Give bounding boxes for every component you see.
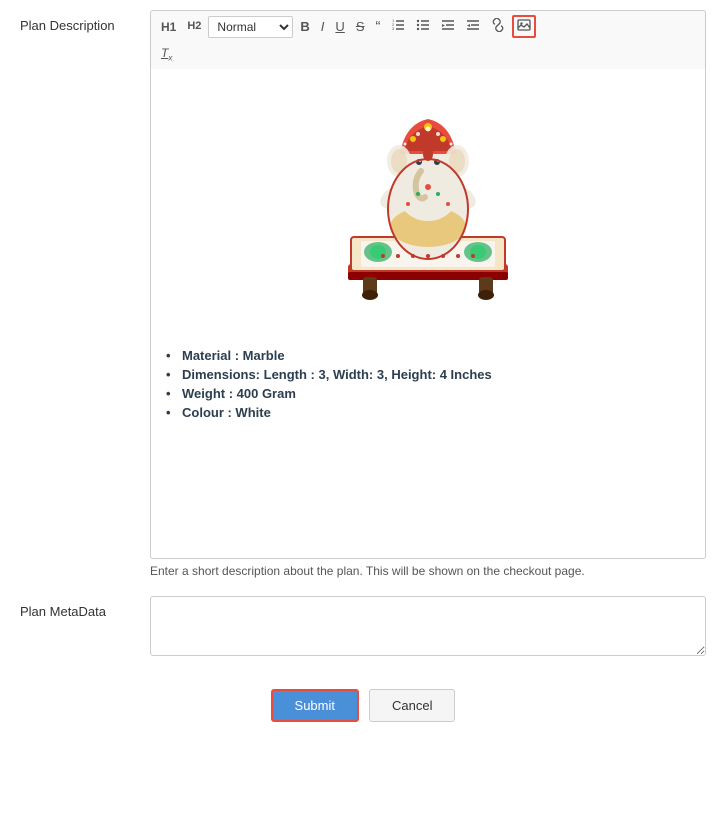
toolbar-row-1: H1 H2 Normal Heading 1 Heading 2 Heading… [157,15,699,38]
h2-button[interactable]: H2 [183,18,205,35]
list-item: Dimensions: Length : 3, Width: 3, Height… [166,367,690,382]
bold-button[interactable]: B [296,17,313,37]
list-item: Material : Marble [166,348,690,363]
product-image [323,79,533,329]
editor-helper-text: Enter a short description about the plan… [150,564,706,578]
submit-button[interactable]: Submit [271,689,359,722]
ordered-list-button[interactable]: 1 2 3 [387,16,409,38]
plan-metadata-row: Plan MetaData [20,596,706,659]
plan-metadata-content [150,596,706,659]
plan-description-label: Plan Description [20,10,150,33]
editor-toolbar: H1 H2 Normal Heading 1 Heading 2 Heading… [150,10,706,69]
plan-description-row: Plan Description H1 H2 Normal Heading 1 … [20,10,706,578]
form-button-row: Submit Cancel [20,689,706,722]
product-image-container [166,79,690,332]
clear-format-button[interactable]: Tx [157,44,176,65]
underline-button[interactable]: U [331,17,348,37]
list-item: Weight : 400 Gram [166,386,690,401]
link-button[interactable] [487,16,509,38]
plan-metadata-textarea[interactable] [150,596,706,656]
italic-button[interactable]: I [317,17,329,37]
cancel-button[interactable]: Cancel [369,689,455,722]
toolbar-row-2: Tx [157,44,699,65]
outdent-button[interactable] [462,16,484,38]
quote-button[interactable]: “ [371,16,384,38]
editor-body[interactable]: Material : Marble Dimensions: Length : 3… [150,69,706,559]
unordered-list-button[interactable] [412,16,434,38]
svg-text:3: 3 [392,26,395,31]
indent-button[interactable] [437,16,459,38]
image-button[interactable] [512,15,536,38]
plan-metadata-label: Plan MetaData [20,596,150,619]
plan-description-editor: H1 H2 Normal Heading 1 Heading 2 Heading… [150,10,706,578]
list-item: Colour : White [166,405,690,420]
h1-button[interactable]: H1 [157,18,180,36]
format-select[interactable]: Normal Heading 1 Heading 2 Heading 3 [208,16,293,38]
product-details-list: Material : Marble Dimensions: Length : 3… [166,348,690,420]
strikethrough-button[interactable]: S [352,17,369,37]
